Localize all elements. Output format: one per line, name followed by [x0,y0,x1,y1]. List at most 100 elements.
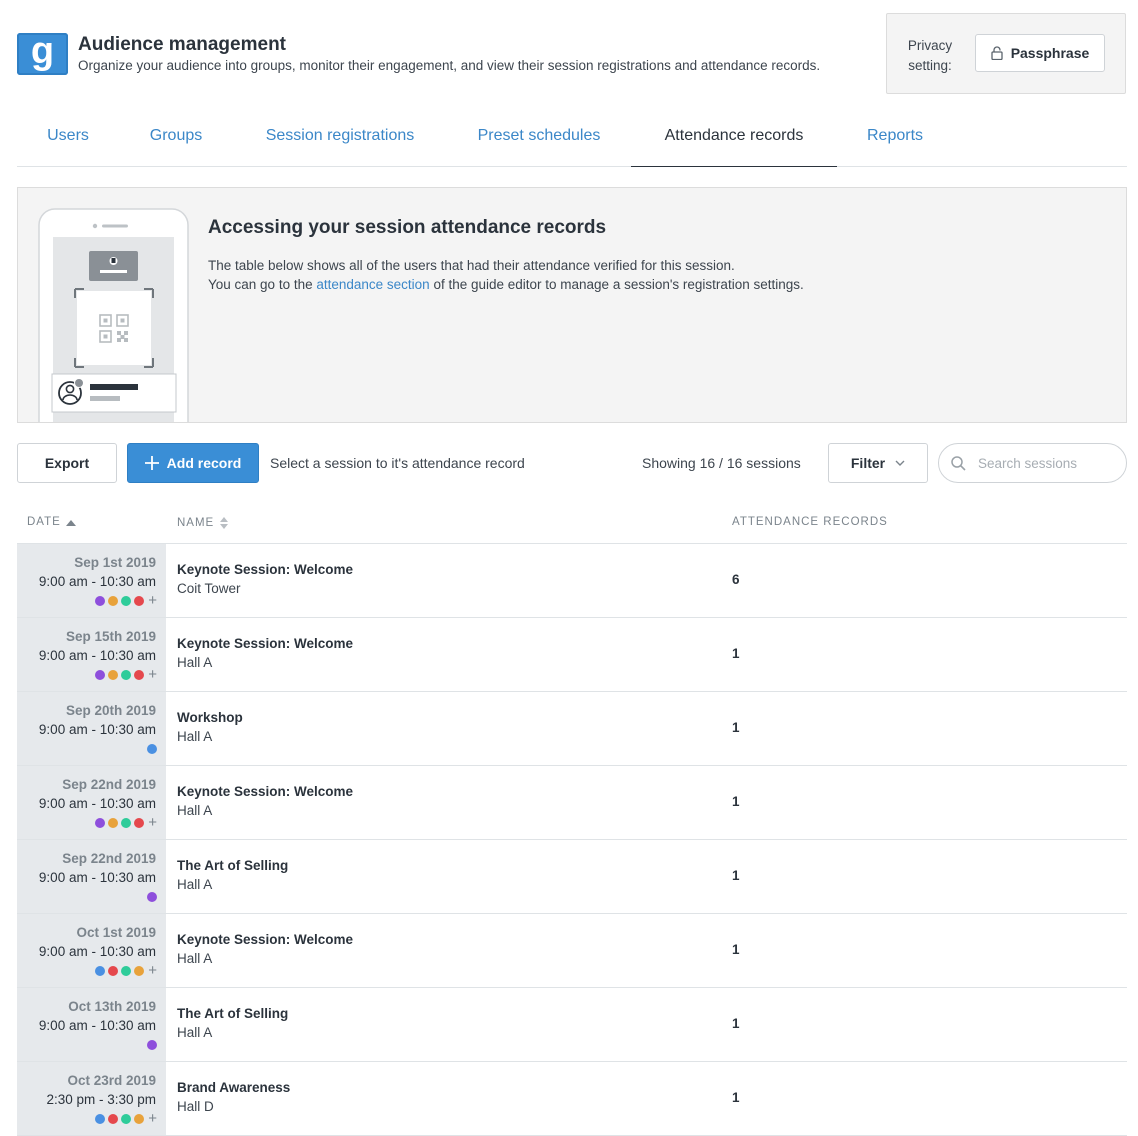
session-location: Hall A [177,729,213,744]
track-color-dot [108,1114,119,1124]
track-dots: + [95,814,157,831]
tab-groups[interactable]: Groups [127,116,225,166]
table-row[interactable]: Sep 22nd 2019 9:00 am - 10:30 am + Keyno… [17,766,1127,840]
passphrase-button[interactable]: Passphrase [975,34,1105,72]
date-cell: Sep 22nd 2019 9:00 am - 10:30 am + [17,766,166,839]
track-dots: + [95,667,157,682]
track-color-dot [108,596,119,606]
add-record-button[interactable]: Add record [127,443,259,483]
date-cell: Sep 15th 2019 9:00 am - 10:30 am + [17,618,166,691]
track-color-dot [121,670,132,680]
filter-label: Filter [850,455,886,471]
track-color-dot [121,596,132,606]
session-title: The Art of Selling [177,1006,289,1021]
column-header-name-label: NAME [177,517,215,529]
track-dots [147,892,157,902]
session-date: Oct 13th 2019 [68,999,156,1014]
track-color-dot [95,596,106,606]
search-icon [951,455,966,471]
session-date: Sep 22nd 2019 [62,851,156,866]
attendance-count: 1 [732,1090,740,1105]
session-date: Sep 1st 2019 [74,555,156,570]
track-color-dot [121,1114,132,1124]
track-color-dot [147,892,157,902]
sort-ascending-icon [65,519,76,526]
info-text-prefix: You can go to the [208,277,317,292]
track-color-dot [121,966,132,976]
session-time: 2:30 pm - 3:30 pm [46,1092,156,1107]
attendance-section-link[interactable]: attendance section [316,277,429,292]
add-record-label: Add record [166,455,242,471]
session-location: Hall A [177,1025,213,1040]
track-dots: + [95,592,157,609]
session-location: Hall D [177,1099,214,1114]
session-count: Showing 16 / 16 sessions [642,455,801,471]
passphrase-label: Passphrase [1010,45,1090,61]
date-cell: Oct 13th 2019 9:00 am - 10:30 am [17,988,166,1061]
column-header-name[interactable]: NAME [177,516,229,530]
table-row[interactable]: Oct 13th 2019 9:00 am - 10:30 am The Art… [17,988,1127,1062]
column-header-date[interactable]: DATE [27,516,76,528]
track-color-dot [95,966,106,976]
tab-preset-schedules[interactable]: Preset schedules [463,116,615,166]
track-color-dot [121,818,132,828]
info-text-suffix: of the guide editor to manage a session'… [429,277,804,292]
track-color-dot [95,670,106,680]
table-row[interactable]: Sep 20th 2019 9:00 am - 10:30 am Worksho… [17,692,1127,766]
session-location: Hall A [177,803,213,818]
plus-icon [144,456,159,470]
tab-attendance-records[interactable]: Attendance records [631,116,837,167]
toolbar-hint: Select a session to it's attendance reco… [270,455,525,471]
session-time: 9:00 am - 10:30 am [38,722,156,737]
table-row[interactable]: Sep 15th 2019 9:00 am - 10:30 am + Keyno… [17,618,1127,692]
sessions-table-body: Sep 1st 2019 9:00 am - 10:30 am + Keynot… [17,544,1127,1136]
track-dots: + [95,1110,157,1127]
track-color-dot [134,1114,145,1124]
session-title: The Art of Selling [177,858,289,873]
sort-icon [220,517,229,529]
track-dots [147,744,157,754]
track-dots: + [95,963,157,978]
more-tracks-icon: + [148,592,157,609]
table-row[interactable]: Sep 1st 2019 9:00 am - 10:30 am + Keynot… [17,544,1127,618]
search-box[interactable] [938,443,1127,483]
tab-users[interactable]: Users [17,116,119,166]
tab-session-registrations[interactable]: Session registrations [247,116,433,166]
column-header-date-label: DATE [27,516,61,528]
session-time: 9:00 am - 10:30 am [38,648,156,663]
attendance-count: 1 [732,720,740,735]
filter-button[interactable]: Filter [828,443,928,483]
date-cell: Sep 1st 2019 9:00 am - 10:30 am + [17,544,166,617]
session-title: Keynote Session: Welcome [177,932,354,947]
track-color-dot [147,744,157,754]
track-color-dot [108,670,119,680]
track-color-dot [134,818,145,828]
more-tracks-icon: + [148,1110,157,1127]
date-cell: Sep 22nd 2019 9:00 am - 10:30 am [17,840,166,913]
attendance-count: 1 [732,646,740,661]
table-row[interactable]: Oct 1st 2019 9:00 am - 10:30 am + Keynot… [17,914,1127,988]
session-date: Oct 23rd 2019 [67,1073,156,1088]
search-input[interactable] [976,454,1120,472]
tab-reports[interactable]: Reports [853,116,937,166]
logo-letter: g [30,30,55,72]
table-row[interactable]: Oct 23rd 2019 2:30 pm - 3:30 pm + Brand … [17,1062,1127,1136]
session-date: Sep 15th 2019 [65,629,156,644]
table-row[interactable]: Sep 22nd 2019 9:00 am - 10:30 am The Art… [17,840,1127,914]
date-cell: Oct 23rd 2019 2:30 pm - 3:30 pm + [17,1062,166,1135]
track-color-dot [134,966,145,976]
track-dots [147,1040,157,1050]
session-location: Hall A [177,877,213,892]
track-color-dot [95,1114,106,1124]
column-header-records-label: ATTENDANCE RECORDS [732,516,888,528]
page-title: Audience management [78,34,286,55]
session-date: Sep 22nd 2019 [62,777,156,792]
session-location: Hall A [177,951,213,966]
page-subtitle: Organize your audience into groups, moni… [78,58,821,73]
session-date: Sep 20th 2019 [65,703,156,718]
export-button[interactable]: Export [17,443,117,483]
attendance-count: 1 [732,868,740,883]
more-tracks-icon: + [148,814,157,831]
session-title: Keynote Session: Welcome [177,784,354,799]
track-color-dot [134,670,145,680]
